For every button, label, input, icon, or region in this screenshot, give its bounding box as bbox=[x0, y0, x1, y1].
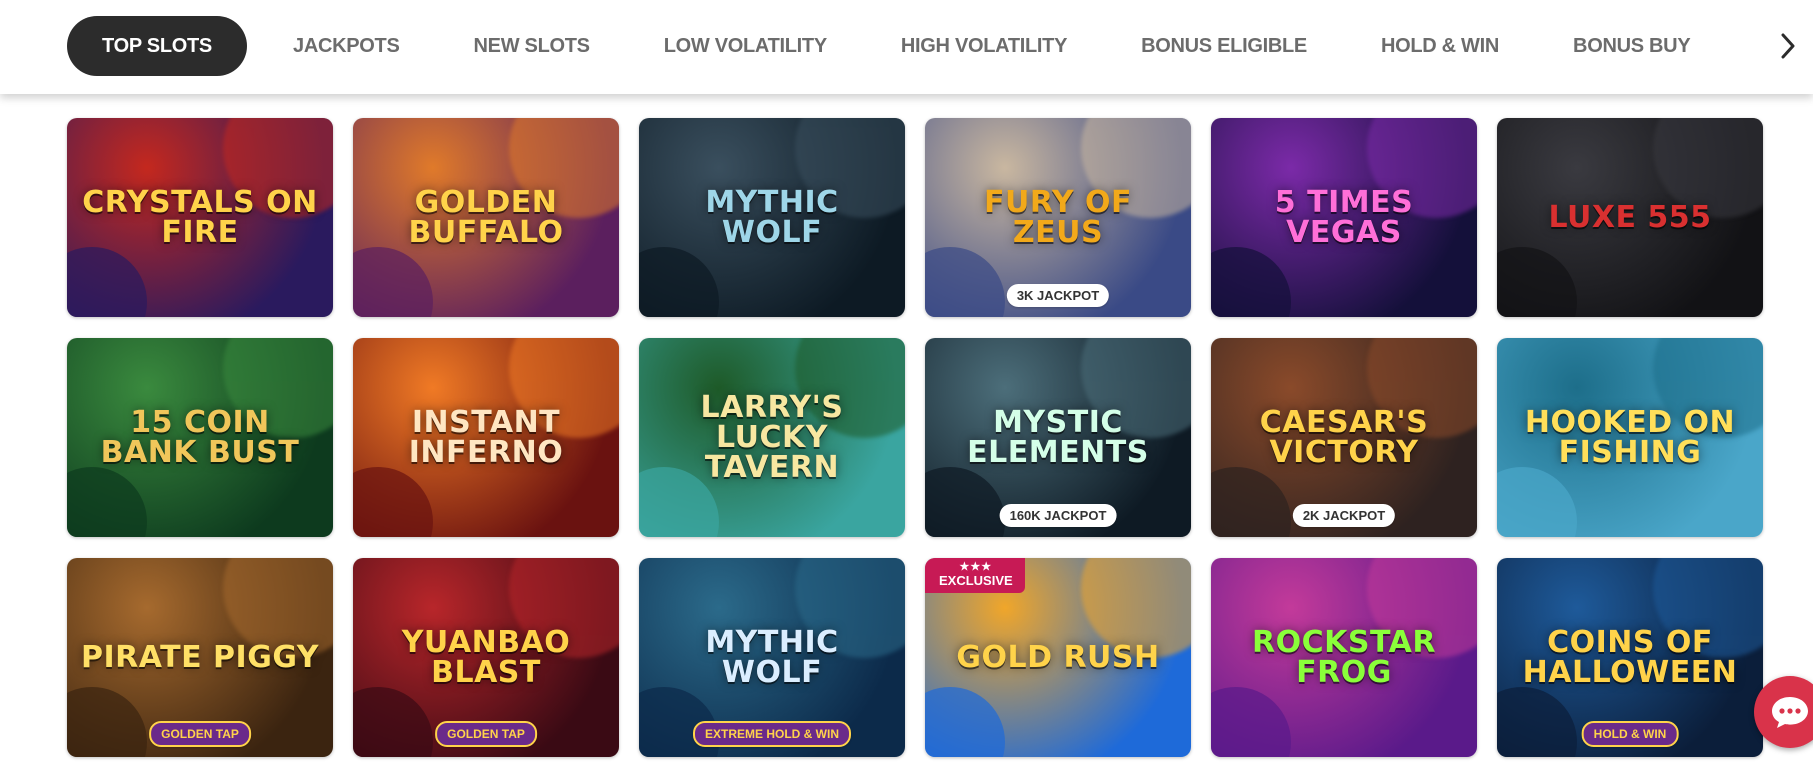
game-title: MYSTIC ELEMENTS bbox=[967, 404, 1149, 470]
game-title: CRYSTALS ON FIRE bbox=[82, 184, 318, 250]
tile-artwork bbox=[67, 687, 147, 757]
chevron-right-icon[interactable] bbox=[1770, 28, 1806, 64]
tile-artwork bbox=[1497, 247, 1577, 317]
tile-artwork bbox=[353, 467, 433, 537]
game-tile[interactable]: ROCKSTAR FROG bbox=[1211, 558, 1477, 757]
tab-top-slots[interactable]: TOP SLOTS bbox=[67, 16, 247, 76]
tile-artwork bbox=[925, 247, 1005, 317]
exclusive-ribbon: ★★★ EXCLUSIVE bbox=[925, 558, 1025, 593]
game-tile[interactable]: GOLDEN BUFFALO bbox=[353, 118, 619, 317]
jackpot-badge: 2K JACKPOT bbox=[1292, 504, 1396, 527]
tile-artwork bbox=[925, 687, 1005, 757]
tile-artwork bbox=[67, 467, 147, 537]
tab-bonus-buy[interactable]: BONUS BUY bbox=[1573, 16, 1691, 76]
game-title: Instant Inferno bbox=[408, 404, 564, 470]
game-tile[interactable]: CRYSTALS ON FIRE bbox=[67, 118, 333, 317]
game-title: FURY OF ZEUS bbox=[984, 184, 1132, 250]
tab-bonus-eligible[interactable]: BONUS ELIGIBLE bbox=[1141, 16, 1307, 76]
jackpot-badge: 3K JACKPOT bbox=[1006, 284, 1110, 307]
game-title: 5 Times VEGAS bbox=[1274, 184, 1414, 250]
game-tile[interactable]: FURY OF ZEUS 3K JACKPOT bbox=[925, 118, 1191, 317]
jackpot-badge: 160K JACKPOT bbox=[999, 504, 1117, 527]
tile-artwork bbox=[1211, 687, 1291, 757]
game-tile[interactable]: MYSTIC ELEMENTS 160K JACKPOT bbox=[925, 338, 1191, 537]
category-nav-bar: TOP SLOTS JACKPOTS NEW SLOTS LOW VOLATIL… bbox=[0, 0, 1813, 94]
tile-artwork bbox=[1211, 467, 1291, 537]
game-title: GOLD RUSH bbox=[956, 639, 1160, 675]
tile-artwork bbox=[1497, 687, 1577, 757]
game-tile[interactable]: HOOKED on FISHING bbox=[1497, 338, 1763, 537]
game-title: LUXE 555 bbox=[1548, 199, 1712, 235]
tab-low-volatility[interactable]: LOW VOLATILITY bbox=[664, 16, 827, 76]
tab-high-volatility[interactable]: HIGH VOLATILITY bbox=[901, 16, 1068, 76]
ribbon-label: EXCLUSIVE bbox=[939, 573, 1013, 588]
game-title: 15 COIN BANK BUST bbox=[100, 404, 300, 470]
game-title: PIRATE PIGGY bbox=[81, 639, 320, 675]
game-title: YUANBAO BLAST bbox=[401, 624, 571, 690]
tab-hold-and-win[interactable]: HOLD & WIN bbox=[1381, 16, 1499, 76]
game-title: CAESAR'S VICTORY bbox=[1259, 404, 1429, 470]
tile-artwork bbox=[639, 247, 719, 317]
game-tile[interactable]: LARRY'S LUCKY TAVERN bbox=[639, 338, 905, 537]
game-tile[interactable]: MYTHIC WOLF bbox=[639, 118, 905, 317]
category-tabs: TOP SLOTS JACKPOTS NEW SLOTS LOW VOLATIL… bbox=[67, 16, 1691, 76]
game-tile[interactable]: 5 Times VEGAS bbox=[1211, 118, 1477, 317]
tile-artwork bbox=[353, 247, 433, 317]
game-feature-tag: GOLDEN TAP bbox=[149, 721, 251, 747]
game-tile[interactable]: COINS of HALLOWEEN HOLD & WIN bbox=[1497, 558, 1763, 757]
game-title: COINS of HALLOWEEN bbox=[1522, 624, 1738, 690]
game-tile[interactable]: CAESAR'S VICTORY 2K JACKPOT bbox=[1211, 338, 1477, 537]
game-title: LARRY'S LUCKY TAVERN bbox=[700, 389, 844, 485]
game-grid: CRYSTALS ON FIRE GOLDEN BUFFALO MYTHIC WOL… bbox=[67, 118, 1763, 757]
game-tile[interactable]: YUANBAO BLAST GOLDEN TAP bbox=[353, 558, 619, 757]
game-title: ROCKSTAR FROG bbox=[1252, 624, 1436, 690]
game-title: MYTHIC WOLF bbox=[705, 624, 839, 690]
tile-artwork bbox=[67, 247, 147, 317]
game-title: GOLDEN BUFFALO bbox=[408, 184, 564, 250]
game-feature-tag: EXTREME HOLD & WIN bbox=[693, 721, 851, 747]
stars-icon: ★★★ bbox=[959, 561, 993, 573]
game-feature-tag: GOLDEN TAP bbox=[435, 721, 537, 747]
game-title: HOOKED on FISHING bbox=[1524, 404, 1736, 470]
tile-artwork bbox=[353, 687, 433, 757]
game-feature-tag: HOLD & WIN bbox=[1581, 721, 1679, 747]
game-title: MYTHIC WOLF bbox=[705, 184, 839, 250]
tile-artwork bbox=[925, 467, 1005, 537]
tile-artwork bbox=[1211, 247, 1291, 317]
tab-jackpots[interactable]: JACKPOTS bbox=[293, 16, 400, 76]
game-tile[interactable]: GOLD RUSH ★★★ EXCLUSIVE bbox=[925, 558, 1191, 757]
tab-new-slots[interactable]: NEW SLOTS bbox=[474, 16, 590, 76]
tile-artwork bbox=[1497, 467, 1577, 537]
game-tile[interactable]: PIRATE PIGGY GOLDEN TAP bbox=[67, 558, 333, 757]
game-tile[interactable]: 15 COIN BANK BUST bbox=[67, 338, 333, 537]
game-tile[interactable]: LUXE 555 bbox=[1497, 118, 1763, 317]
game-tile[interactable]: MYTHIC WOLF EXTREME HOLD & WIN bbox=[639, 558, 905, 757]
game-tile[interactable]: Instant Inferno bbox=[353, 338, 619, 537]
